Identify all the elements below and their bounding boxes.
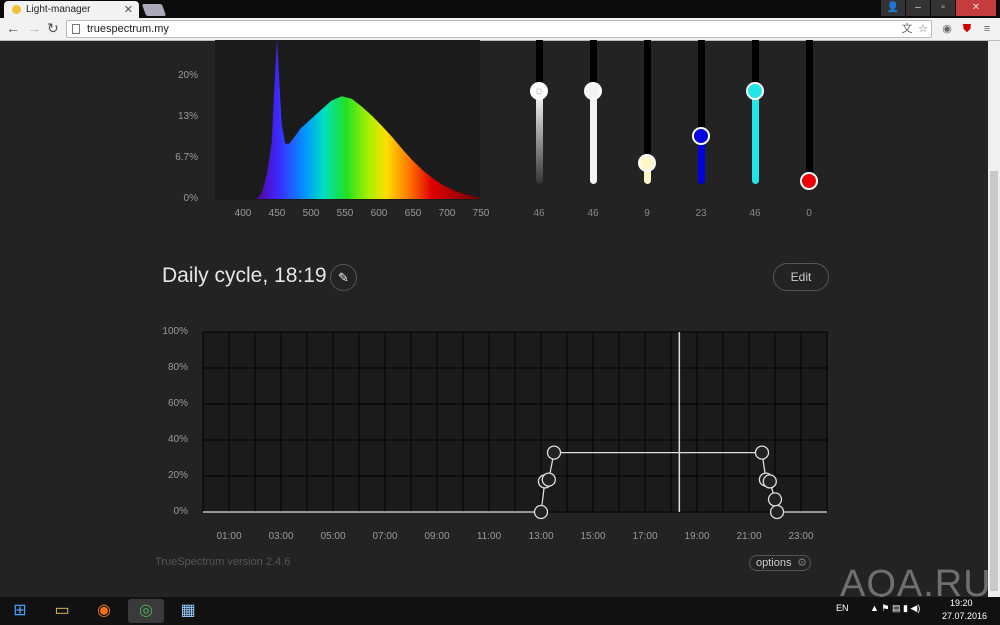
cycle-y-tick: 60% — [167, 398, 188, 409]
cycle-x-tick: 11:00 — [476, 531, 502, 542]
calculator-icon[interactable]: ▦ — [170, 599, 206, 623]
cycle-x-tick: 17:00 — [632, 531, 658, 542]
explorer-icon[interactable]: ▭ — [44, 599, 80, 623]
cycle-y-tick: 40% — [167, 434, 188, 445]
cycle-point[interactable] — [541, 472, 556, 487]
cycle-point[interactable] — [533, 504, 549, 520]
cycle-x-tick: 09:00 — [424, 531, 450, 542]
cycle-point[interactable] — [767, 492, 783, 507]
cycle-point[interactable] — [762, 474, 777, 489]
clock-date[interactable]: 27.07.2016 — [942, 611, 987, 621]
cycle-x-tick: 19:00 — [684, 531, 710, 542]
cycle-y-tick: 20% — [167, 470, 188, 481]
cycle-x-tick: 21:00 — [736, 531, 762, 542]
cycle-point[interactable] — [754, 445, 770, 460]
cycle-point[interactable] — [769, 504, 785, 520]
tray-icons[interactable]: ▲ ⚑ ▤ ▮ ◀) — [870, 603, 920, 614]
version-text: TrueSpectrum version 2.4.6 — [155, 556, 291, 568]
cycle-y-tick: 80% — [167, 362, 188, 373]
gear-icon: ⚙ — [797, 557, 807, 569]
cycle-x-tick: 23:00 — [788, 531, 814, 542]
taskbar: ⊞ ▭ ◉ ◎ ▦ EN ▲ ⚑ ▤ ▮ ◀) 19:20 27.07.2016 — [0, 597, 1000, 625]
cycle-x-tick: 07:00 — [372, 531, 398, 542]
chrome-icon[interactable]: ◎ — [128, 599, 164, 623]
cycle-x-tick: 03:00 — [268, 531, 294, 542]
options-label: options — [756, 557, 792, 569]
cycle-y-tick: 0% — [173, 506, 188, 517]
cycle-x-tick: 01:00 — [216, 531, 242, 542]
cycle-x-tick: 05:00 — [320, 531, 346, 542]
options-button[interactable]: options ⚙ — [749, 555, 811, 571]
cycle-point[interactable] — [546, 445, 562, 460]
clock-time[interactable]: 19:20 — [950, 598, 973, 608]
language-indicator[interactable]: EN — [836, 603, 849, 613]
cycle-y-tick: 100% — [162, 326, 188, 337]
firefox-icon[interactable]: ◉ — [86, 599, 122, 623]
start-button[interactable]: ⊞ — [2, 599, 38, 623]
cycle-x-tick: 13:00 — [528, 531, 554, 542]
cycle-x-tick: 15:00 — [580, 531, 606, 542]
